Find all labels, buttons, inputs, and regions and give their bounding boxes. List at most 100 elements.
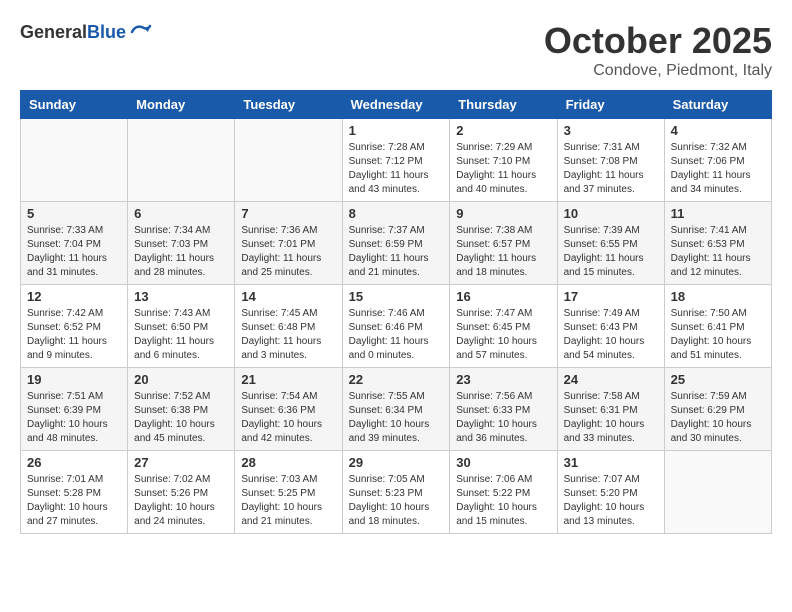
calendar-week-row: 12 Sunrise: 7:42 AM Sunset: 6:52 PM Dayli… <box>21 285 772 368</box>
day-info: Sunrise: 7:36 AM Sunset: 7:01 PM Dayligh… <box>241 224 335 280</box>
day-info: Sunrise: 7:54 AM Sunset: 6:36 PM Dayligh… <box>241 390 335 446</box>
day-number: 6 <box>134 206 228 221</box>
calendar-cell: 28Sunrise: 7:03 AM Sunset: 5:25 PM Dayli… <box>235 451 342 534</box>
day-number: 26 <box>27 455 121 470</box>
calendar-cell: 17 Sunrise: 7:49 AM Sunset: 6:43 PM Dayli… <box>557 285 664 368</box>
calendar-cell <box>235 119 342 202</box>
day-number: 27 <box>134 455 228 470</box>
day-info: Sunrise: 7:41 AM Sunset: 6:53 PM Dayligh… <box>671 224 765 280</box>
day-number: 20 <box>134 372 228 387</box>
calendar-cell: 7Sunrise: 7:36 AM Sunset: 7:01 PM Daylig… <box>235 202 342 285</box>
day-info: Sunrise: 7:45 AM Sunset: 6:48 PM Dayligh… <box>241 307 335 363</box>
day-info: Sunrise: 7:39 AM Sunset: 6:55 PM Dayligh… <box>564 224 658 280</box>
col-monday: Monday <box>128 91 235 119</box>
calendar-cell: 9 Sunrise: 7:38 AM Sunset: 6:57 PM Daylig… <box>450 202 557 285</box>
day-number: 28 <box>241 455 335 470</box>
day-number: 19 <box>27 372 121 387</box>
day-number: 22 <box>349 372 444 387</box>
calendar-cell: 18 Sunrise: 7:50 AM Sunset: 6:41 PM Dayli… <box>664 285 771 368</box>
day-number: 31 <box>564 455 658 470</box>
calendar-cell: 25Sunrise: 7:59 AM Sunset: 6:29 PM Dayli… <box>664 368 771 451</box>
day-number: 4 <box>671 123 765 138</box>
day-number: 5 <box>27 206 121 221</box>
day-number: 21 <box>241 372 335 387</box>
day-info: Sunrise: 7:01 AM Sunset: 5:28 PM Dayligh… <box>27 473 121 529</box>
day-number: 25 <box>671 372 765 387</box>
day-number: 11 <box>671 206 765 221</box>
calendar-cell: 3Sunrise: 7:31 AM Sunset: 7:08 PM Daylig… <box>557 119 664 202</box>
day-number: 1 <box>349 123 444 138</box>
day-info: Sunrise: 7:50 AM Sunset: 6:41 PM Dayligh… <box>671 307 765 363</box>
day-number: 9 <box>456 206 550 221</box>
calendar-cell: 11 Sunrise: 7:41 AM Sunset: 6:53 PM Dayli… <box>664 202 771 285</box>
day-number: 12 <box>27 289 121 304</box>
day-info: Sunrise: 7:05 AM Sunset: 5:23 PM Dayligh… <box>349 473 444 529</box>
day-number: 17 <box>564 289 658 304</box>
calendar-cell: 21 Sunrise: 7:54 AM Sunset: 6:36 PM Dayli… <box>235 368 342 451</box>
calendar-cell: 12 Sunrise: 7:42 AM Sunset: 6:52 PM Dayli… <box>21 285 128 368</box>
day-number: 18 <box>671 289 765 304</box>
day-number: 3 <box>564 123 658 138</box>
calendar-cell: 14 Sunrise: 7:45 AM Sunset: 6:48 PM Dayli… <box>235 285 342 368</box>
calendar-cell: 15Sunrise: 7:46 AM Sunset: 6:46 PM Dayli… <box>342 285 450 368</box>
calendar-cell: 23 Sunrise: 7:56 AM Sunset: 6:33 PM Dayli… <box>450 368 557 451</box>
day-info: Sunrise: 7:49 AM Sunset: 6:43 PM Dayligh… <box>564 307 658 363</box>
day-number: 2 <box>456 123 550 138</box>
calendar-cell: 30Sunrise: 7:06 AM Sunset: 5:22 PM Dayli… <box>450 451 557 534</box>
calendar-cell: 27Sunrise: 7:02 AM Sunset: 5:26 PM Dayli… <box>128 451 235 534</box>
day-number: 10 <box>564 206 658 221</box>
calendar-cell <box>128 119 235 202</box>
location-title: Condove, Piedmont, Italy <box>544 62 772 80</box>
calendar-cell <box>21 119 128 202</box>
col-friday: Friday <box>557 91 664 119</box>
logo-general: GeneralBlue <box>20 22 126 43</box>
day-number: 14 <box>241 289 335 304</box>
day-number: 15 <box>349 289 444 304</box>
page-header: GeneralBlue October 2025 Condove, Piedmo… <box>20 20 772 80</box>
day-info: Sunrise: 7:52 AM Sunset: 6:38 PM Dayligh… <box>134 390 228 446</box>
day-info: Sunrise: 7:55 AM Sunset: 6:34 PM Dayligh… <box>349 390 444 446</box>
day-number: 13 <box>134 289 228 304</box>
month-title: October 2025 <box>544 20 772 62</box>
calendar-cell: 24Sunrise: 7:58 AM Sunset: 6:31 PM Dayli… <box>557 368 664 451</box>
col-sunday: Sunday <box>21 91 128 119</box>
day-info: Sunrise: 7:28 AM Sunset: 7:12 PM Dayligh… <box>349 141 444 197</box>
day-info: Sunrise: 7:43 AM Sunset: 6:50 PM Dayligh… <box>134 307 228 363</box>
calendar-cell: 8Sunrise: 7:37 AM Sunset: 6:59 PM Daylig… <box>342 202 450 285</box>
calendar-cell: 26 Sunrise: 7:01 AM Sunset: 5:28 PM Dayli… <box>21 451 128 534</box>
day-number: 23 <box>456 372 550 387</box>
calendar-cell: 31 Sunrise: 7:07 AM Sunset: 5:20 PM Dayli… <box>557 451 664 534</box>
day-info: Sunrise: 7:42 AM Sunset: 6:52 PM Dayligh… <box>27 307 121 363</box>
calendar-cell: 10 Sunrise: 7:39 AM Sunset: 6:55 PM Dayli… <box>557 202 664 285</box>
title-section: October 2025 Condove, Piedmont, Italy <box>544 20 772 80</box>
day-number: 8 <box>349 206 444 221</box>
calendar-cell <box>664 451 771 534</box>
calendar-cell: 20 Sunrise: 7:52 AM Sunset: 6:38 PM Dayli… <box>128 368 235 451</box>
calendar-cell: 1 Sunrise: 7:28 AM Sunset: 7:12 PM Daylig… <box>342 119 450 202</box>
day-info: Sunrise: 7:58 AM Sunset: 6:31 PM Dayligh… <box>564 390 658 446</box>
calendar-table: Sunday Monday Tuesday Wednesday Thursday… <box>20 90 772 534</box>
day-info: Sunrise: 7:38 AM Sunset: 6:57 PM Dayligh… <box>456 224 550 280</box>
calendar-cell: 2 Sunrise: 7:29 AM Sunset: 7:10 PM Daylig… <box>450 119 557 202</box>
day-info: Sunrise: 7:51 AM Sunset: 6:39 PM Dayligh… <box>27 390 121 446</box>
day-info: Sunrise: 7:32 AM Sunset: 7:06 PM Dayligh… <box>671 141 765 197</box>
calendar-week-row: 26 Sunrise: 7:01 AM Sunset: 5:28 PM Dayli… <box>21 451 772 534</box>
calendar-cell: 6 Sunrise: 7:34 AM Sunset: 7:03 PM Daylig… <box>128 202 235 285</box>
day-info: Sunrise: 7:29 AM Sunset: 7:10 PM Dayligh… <box>456 141 550 197</box>
day-info: Sunrise: 7:47 AM Sunset: 6:45 PM Dayligh… <box>456 307 550 363</box>
logo: GeneralBlue <box>20 20 152 44</box>
col-wednesday: Wednesday <box>342 91 450 119</box>
day-info: Sunrise: 7:07 AM Sunset: 5:20 PM Dayligh… <box>564 473 658 529</box>
calendar-week-row: 5 Sunrise: 7:33 AM Sunset: 7:04 PM Daylig… <box>21 202 772 285</box>
calendar-cell: 16Sunrise: 7:47 AM Sunset: 6:45 PM Dayli… <box>450 285 557 368</box>
logo-icon <box>128 20 152 44</box>
calendar-week-row: 19 Sunrise: 7:51 AM Sunset: 6:39 PM Dayli… <box>21 368 772 451</box>
calendar-cell: 22 Sunrise: 7:55 AM Sunset: 6:34 PM Dayli… <box>342 368 450 451</box>
calendar-cell: 13 Sunrise: 7:43 AM Sunset: 6:50 PM Dayli… <box>128 285 235 368</box>
calendar-cell: 4 Sunrise: 7:32 AM Sunset: 7:06 PM Daylig… <box>664 119 771 202</box>
day-info: Sunrise: 7:56 AM Sunset: 6:33 PM Dayligh… <box>456 390 550 446</box>
day-info: Sunrise: 7:34 AM Sunset: 7:03 PM Dayligh… <box>134 224 228 280</box>
calendar-cell: 29Sunrise: 7:05 AM Sunset: 5:23 PM Dayli… <box>342 451 450 534</box>
day-info: Sunrise: 7:33 AM Sunset: 7:04 PM Dayligh… <box>27 224 121 280</box>
col-thursday: Thursday <box>450 91 557 119</box>
